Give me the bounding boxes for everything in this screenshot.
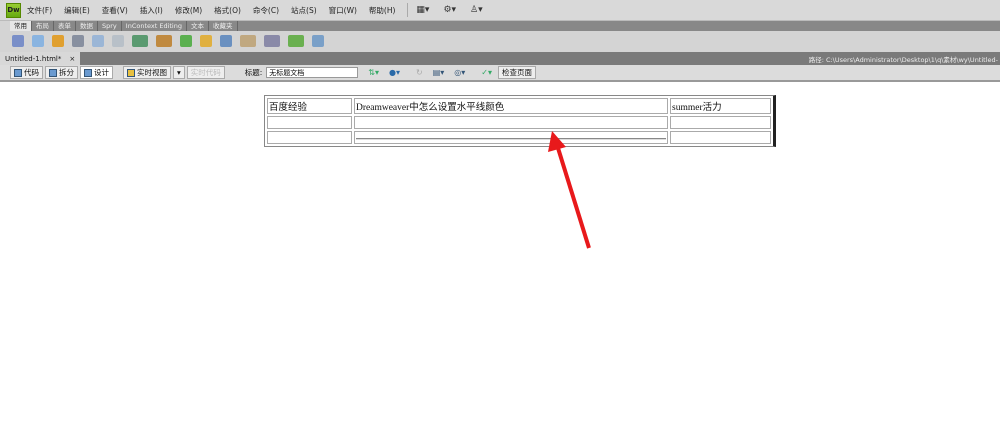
arrow-head (548, 131, 566, 152)
red-arrow-annotation (548, 131, 591, 249)
arrow-shaft (556, 147, 591, 249)
